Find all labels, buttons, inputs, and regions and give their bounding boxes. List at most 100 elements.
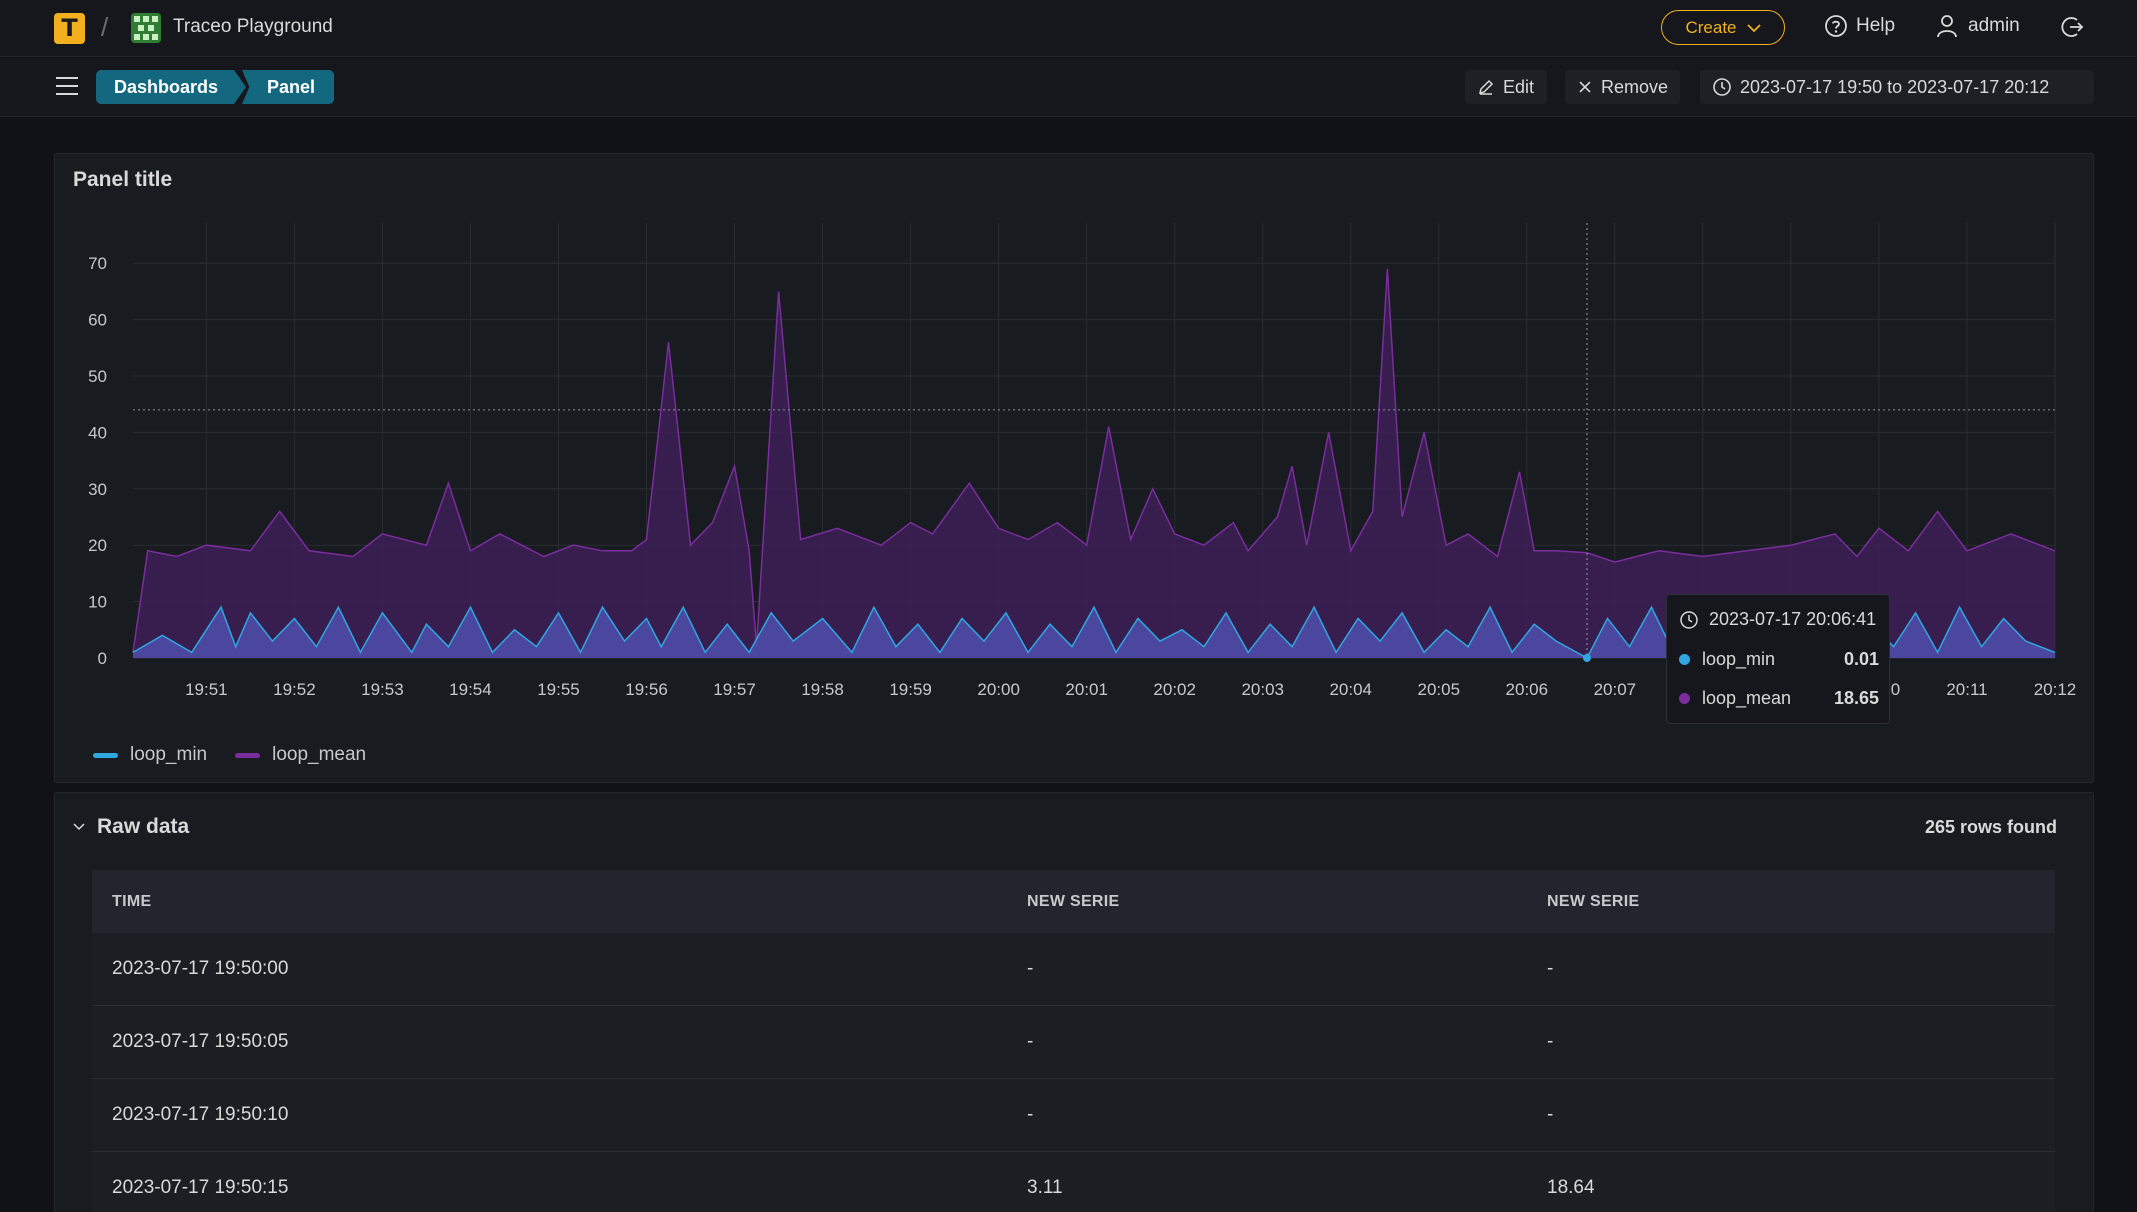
chevron-down-icon bbox=[1746, 23, 1761, 32]
column-header-serie[interactable]: NEW SERIE bbox=[1527, 893, 2055, 911]
help-button[interactable]: Help bbox=[1824, 14, 1895, 38]
hamburger-menu-icon[interactable] bbox=[55, 75, 79, 102]
x-tick-label: 19:56 bbox=[625, 680, 668, 699]
user-name: admin bbox=[1968, 15, 2020, 36]
table-cell: - bbox=[1027, 1031, 1034, 1052]
column-header-serie[interactable]: NEW SERIE bbox=[1007, 893, 1527, 911]
y-tick-label: 20 bbox=[88, 536, 107, 555]
table-row: 2023-07-17 19:50:15 3.11 18.64 bbox=[92, 1152, 2055, 1212]
table-cell: 3.11 bbox=[1027, 1177, 1063, 1198]
x-tick-label: 20:07 bbox=[1594, 680, 1637, 699]
tooltip-row-loop-min: loop_min 0.01 bbox=[1679, 649, 1879, 670]
raw-data-title: Raw data bbox=[97, 815, 190, 838]
project-avatar-icon[interactable] bbox=[131, 13, 161, 43]
x-tick-label: 20:03 bbox=[1241, 680, 1284, 699]
tooltip-series-value: 0.01 bbox=[1843, 649, 1879, 669]
y-tick-label: 40 bbox=[88, 423, 107, 442]
legend-label: loop_min bbox=[130, 744, 208, 765]
x-tick-label: 20:06 bbox=[1506, 680, 1549, 699]
help-label: Help bbox=[1856, 15, 1896, 36]
x-tick-label: 20:01 bbox=[1065, 680, 1108, 699]
breadcrumb-dashboards[interactable]: Dashboards bbox=[96, 70, 246, 104]
raw-data-section: Raw data 265 rows found TIME NEW SERIE N… bbox=[54, 792, 2094, 1212]
table-cell: 2023-07-17 19:50:00 bbox=[112, 958, 289, 979]
table-row: 2023-07-17 19:50:00 - - bbox=[92, 933, 2055, 1006]
series-dot-icon bbox=[1679, 654, 1690, 665]
y-tick-label: 0 bbox=[98, 649, 107, 668]
create-button-label: Create bbox=[1685, 17, 1737, 37]
y-tick-label: 70 bbox=[88, 254, 107, 273]
x-tick-label: 19:52 bbox=[273, 680, 316, 699]
table-cell: 2023-07-17 19:50:10 bbox=[112, 1104, 289, 1125]
sign-out-icon bbox=[2061, 17, 2084, 37]
sign-out-button[interactable] bbox=[2058, 14, 2084, 45]
tooltip-time-row: 2023-07-17 20:06:41 bbox=[1679, 609, 1879, 630]
help-circle-icon bbox=[1825, 15, 1847, 37]
x-tick-label: 19:51 bbox=[185, 680, 228, 699]
tooltip-series-name: loop_min bbox=[1702, 649, 1776, 669]
top-bar: T / Traceo Playground Create Help admin bbox=[0, 0, 2137, 57]
remove-label: Remove bbox=[1600, 76, 1668, 97]
series-dot-icon bbox=[1679, 693, 1690, 704]
legend-swatch bbox=[93, 752, 118, 758]
project-name[interactable]: Traceo Playground bbox=[173, 16, 333, 38]
edit-label: Edit bbox=[1503, 76, 1535, 97]
x-tick-label: 19:53 bbox=[361, 680, 404, 699]
y-tick-label: 50 bbox=[88, 367, 107, 386]
close-icon bbox=[1579, 81, 1591, 93]
y-tick-label: 30 bbox=[88, 480, 107, 499]
hover-point bbox=[1582, 654, 1591, 662]
column-header-time[interactable]: TIME bbox=[92, 893, 1007, 911]
x-tick-label: 19:54 bbox=[449, 680, 492, 699]
time-range-picker[interactable]: 2023-07-17 19:50 to 2023-07-17 20:12 bbox=[1700, 70, 2094, 104]
tooltip-time: 2023-07-17 20:06:41 bbox=[1709, 609, 1877, 629]
table-cell: 2023-07-17 19:50:05 bbox=[112, 1031, 289, 1052]
table-cell: 18.64 bbox=[1547, 1177, 1595, 1198]
traceo-logo[interactable]: T bbox=[54, 13, 85, 44]
pencil-icon bbox=[1478, 79, 1494, 95]
user-icon bbox=[1937, 15, 1957, 38]
table-header: TIME NEW SERIE NEW SERIE bbox=[92, 870, 2055, 933]
clock-icon bbox=[1713, 78, 1731, 96]
edit-button[interactable]: Edit bbox=[1465, 70, 1547, 104]
sub-bar: Dashboards Panel Edit Remove 2023-07-17 … bbox=[0, 58, 2137, 117]
table-cell: - bbox=[1547, 958, 1554, 979]
create-button[interactable]: Create bbox=[1661, 10, 1785, 45]
table-cell: 2023-07-17 19:50:15 bbox=[112, 1177, 289, 1198]
rows-found-count: 265 rows found bbox=[1924, 817, 2057, 837]
x-tick-label: 20:04 bbox=[1329, 680, 1372, 699]
x-tick-label: 19:55 bbox=[537, 680, 580, 699]
x-tick-label: 20:11 bbox=[1946, 680, 1987, 699]
x-tick-label: 20:12 bbox=[2034, 680, 2077, 699]
x-tick-label: 19:57 bbox=[713, 680, 756, 699]
table-cell: - bbox=[1547, 1104, 1554, 1125]
table-row: 2023-07-17 19:50:05 - - bbox=[92, 1006, 2055, 1079]
x-tick-label: 20:00 bbox=[977, 680, 1020, 699]
legend-swatch bbox=[235, 752, 261, 758]
table-row: 2023-07-17 19:50:10 - - bbox=[92, 1079, 2055, 1152]
user-menu[interactable]: admin bbox=[1936, 14, 2020, 38]
breadcrumb-panel[interactable]: Panel bbox=[242, 70, 334, 104]
legend-label: loop_mean bbox=[272, 744, 367, 765]
x-tick-label: 19:59 bbox=[889, 680, 932, 699]
chart-panel: Panel title 0 10 20 30 40 50 60 70 19:51 19:52 19:… bbox=[54, 153, 2094, 783]
raw-data-toggle[interactable]: Raw data bbox=[73, 815, 189, 839]
legend-item-loop-mean[interactable]: loop_mean bbox=[235, 744, 366, 766]
clock-icon bbox=[1680, 610, 1698, 629]
chart-legend: loop_min loop_mean bbox=[93, 744, 366, 766]
y-tick-label: 60 bbox=[88, 311, 107, 330]
chevron-down-icon bbox=[73, 823, 85, 831]
y-tick-label: 10 bbox=[88, 593, 107, 612]
raw-data-table: TIME NEW SERIE NEW SERIE 2023-07-17 19:5… bbox=[92, 870, 2055, 1212]
x-tick-label: 20:05 bbox=[1418, 680, 1461, 699]
legend-item-loop-min[interactable]: loop_min bbox=[93, 744, 207, 766]
chart-tooltip: 2023-07-17 20:06:41 loop_min 0.01 loop_m… bbox=[1666, 594, 1890, 724]
x-tick-label: 19:58 bbox=[801, 680, 844, 699]
table-cell: - bbox=[1547, 1031, 1554, 1052]
separator: / bbox=[101, 12, 109, 42]
x-tick-label: 20:02 bbox=[1153, 680, 1196, 699]
table-cell: - bbox=[1027, 958, 1034, 979]
remove-button[interactable]: Remove bbox=[1565, 70, 1680, 104]
table-cell: - bbox=[1027, 1104, 1034, 1125]
tooltip-row-loop-mean: loop_mean 18.65 bbox=[1679, 688, 1879, 709]
